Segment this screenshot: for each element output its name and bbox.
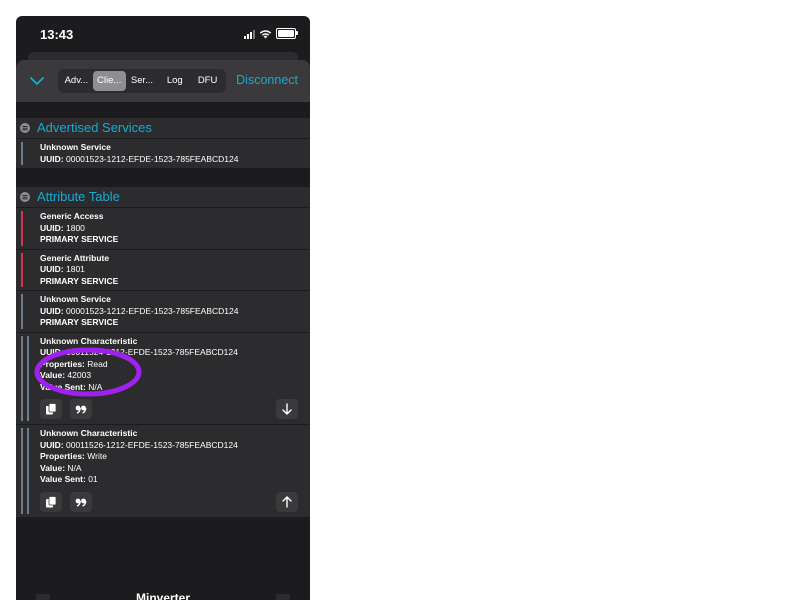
format-button[interactable]	[70, 399, 92, 419]
read-button[interactable]	[276, 399, 298, 419]
wifi-icon	[259, 29, 272, 38]
arrow-down-icon	[282, 403, 292, 415]
advertised-service-row[interactable]: Unknown Service UUID: 00001523-1212-EFDE…	[16, 138, 310, 168]
copy-icon	[46, 495, 57, 507]
highlight-annotation	[34, 347, 142, 397]
signal-icon	[244, 29, 255, 39]
copy-button[interactable]	[40, 491, 62, 512]
collapse-section-icon	[20, 192, 30, 202]
service-row-unknown[interactable]: Unknown Service UUID: 00001523-1212-EFDE…	[16, 290, 310, 332]
sheet-backdrop	[28, 52, 298, 60]
status-bar: 13:43	[16, 16, 310, 52]
quote-icon	[75, 405, 87, 414]
arrow-up-icon	[282, 495, 292, 508]
advertised-services-header[interactable]: Advertised Services	[16, 118, 310, 138]
client-content: Advertised Services Unknown Service UUID…	[16, 102, 310, 517]
tab-dfu[interactable]: DFU	[191, 71, 224, 91]
tab-advertisement[interactable]: Adv...	[60, 71, 93, 91]
status-time: 13:43	[40, 27, 74, 42]
section-title: Attribute Table	[37, 189, 120, 204]
chevron-down-icon[interactable]	[28, 72, 46, 90]
view-segmented-control: Adv... Clie... Ser... Log DFU	[58, 69, 226, 93]
format-button[interactable]	[70, 491, 92, 512]
attribute-table-header[interactable]: Attribute Table	[16, 187, 310, 207]
collapse-section-icon	[20, 123, 30, 133]
characteristic-actions	[16, 489, 310, 517]
section-title: Advertised Services	[37, 120, 152, 135]
quote-icon	[75, 498, 87, 507]
characteristic-actions	[16, 396, 310, 424]
disconnect-button[interactable]: Disconnect	[236, 73, 298, 87]
tab-log[interactable]: Log	[158, 71, 191, 91]
service-name: Unknown Service	[40, 142, 111, 152]
service-row-generic-access[interactable]: Generic Access UUID: 1800 PRIMARY SERVIC…	[16, 207, 310, 249]
write-button[interactable]	[276, 491, 298, 512]
tab-client[interactable]: Clie...	[92, 71, 126, 91]
phone-screen: 13:43 Adv... Clie... Ser... Log DFU Disc…	[16, 16, 310, 600]
copy-button[interactable]	[40, 399, 62, 419]
client-toolbar: Adv... Clie... Ser... Log DFU Disconnect	[16, 60, 310, 102]
characteristic-row-write[interactable]: Unknown Characteristic UUID: 00011526-12…	[16, 424, 310, 517]
copy-icon	[46, 403, 57, 415]
status-icons	[244, 28, 298, 39]
service-row-generic-attribute[interactable]: Generic Attribute UUID: 1801 PRIMARY SER…	[16, 248, 310, 290]
device-name: Minverter	[135, 591, 191, 600]
battery-icon	[276, 28, 298, 39]
tab-server[interactable]: Ser...	[126, 71, 159, 91]
service-uuid: 00001523-1212-EFDE-1523-785FEABCD124	[65, 153, 239, 164]
